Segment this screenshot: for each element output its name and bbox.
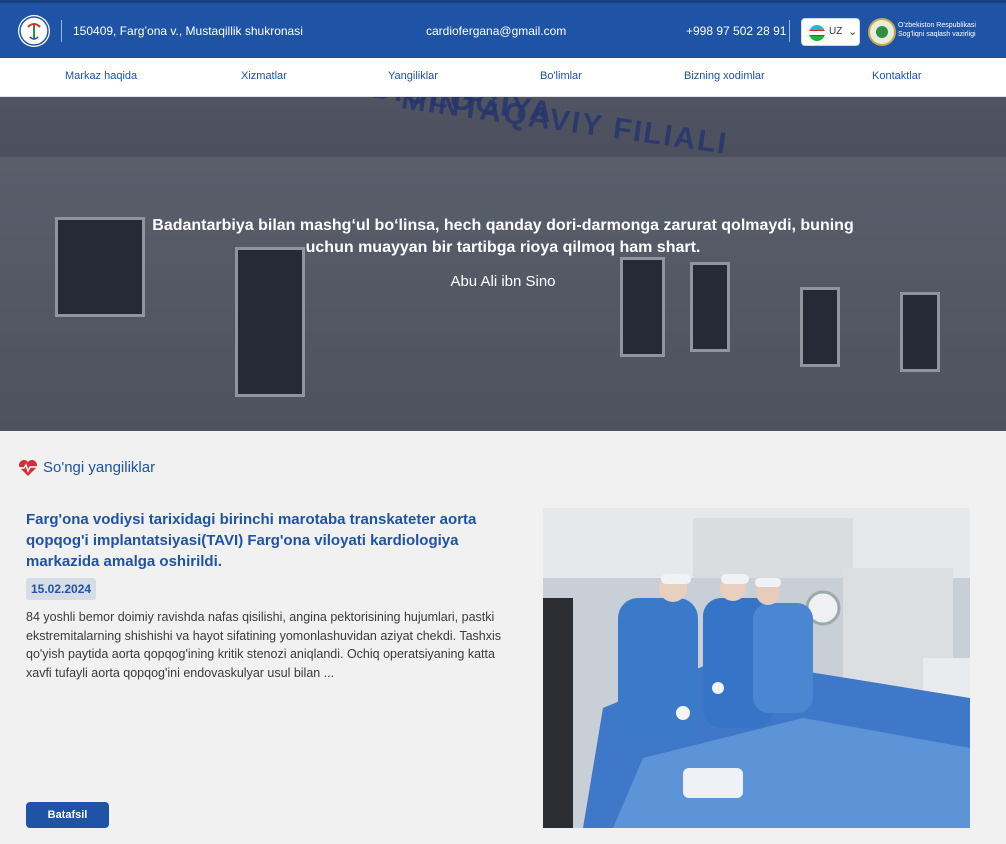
uzbekistan-flag-icon	[809, 25, 825, 41]
news-article-title[interactable]: Farg'ona vodiysi tarixidagi birinchi mar…	[26, 509, 516, 572]
language-select[interactable]: UZ ⌄	[801, 18, 860, 46]
nav-item-departments[interactable]: Bo'limlar	[540, 70, 582, 82]
divider	[61, 20, 62, 42]
hero-quote: Badantarbiya bilan mashg‘ul bo‘linsa, he…	[152, 217, 854, 256]
operating-room-image	[543, 508, 970, 828]
nav-item-services[interactable]: Xizmatlar	[241, 70, 287, 82]
language-code: UZ	[829, 26, 843, 37]
nav-item-news[interactable]: Yangiliklar	[388, 70, 438, 82]
cardiology-center-logo[interactable]	[18, 15, 50, 47]
ministry-link[interactable]: O'zbekiston Respublikasi Sog'liqni saqla…	[898, 21, 998, 39]
chevron-down-icon: ⌄	[848, 26, 858, 38]
address-text: 150409, Farg’ona v., Mustaqillik shukron…	[73, 24, 303, 38]
hero-banner: KARDIOLOGIYA MINTAQAVIY FILIALI Badantar…	[0, 97, 1006, 431]
email-link[interactable]: cardiofergana@gmail.com	[426, 24, 566, 38]
news-article-date: 15.02.2024	[26, 578, 97, 600]
logo-icon	[19, 16, 49, 46]
phone-link[interactable]: +998 97 502 28 91	[686, 24, 786, 38]
top-bar: 150409, Farg’ona v., Mustaqillik shukron…	[0, 0, 1006, 58]
main-nav: Markaz haqida Xizmatlar Yangiliklar Bo'l…	[0, 58, 1006, 97]
nav-item-staff[interactable]: Bizning xodimlar	[684, 70, 765, 82]
news-heading-text: So'ngi yangiliklar	[43, 459, 156, 476]
nav-item-contacts[interactable]: Kontaktlar	[872, 70, 922, 82]
hero-quote-author: Abu Ali ibn Sino	[450, 273, 556, 290]
ministry-emblem-icon[interactable]	[868, 18, 896, 46]
news-article-photo[interactable]	[543, 508, 970, 828]
nav-item-about[interactable]: Markaz haqida	[65, 70, 137, 82]
divider	[789, 20, 790, 42]
hero-overlay	[0, 97, 1006, 431]
read-more-button[interactable]: Batafsil	[26, 802, 109, 828]
heart-pulse-icon	[19, 460, 37, 476]
news-article-excerpt: 84 yoshli bemor doimiy ravishda nafas qi…	[26, 610, 502, 680]
